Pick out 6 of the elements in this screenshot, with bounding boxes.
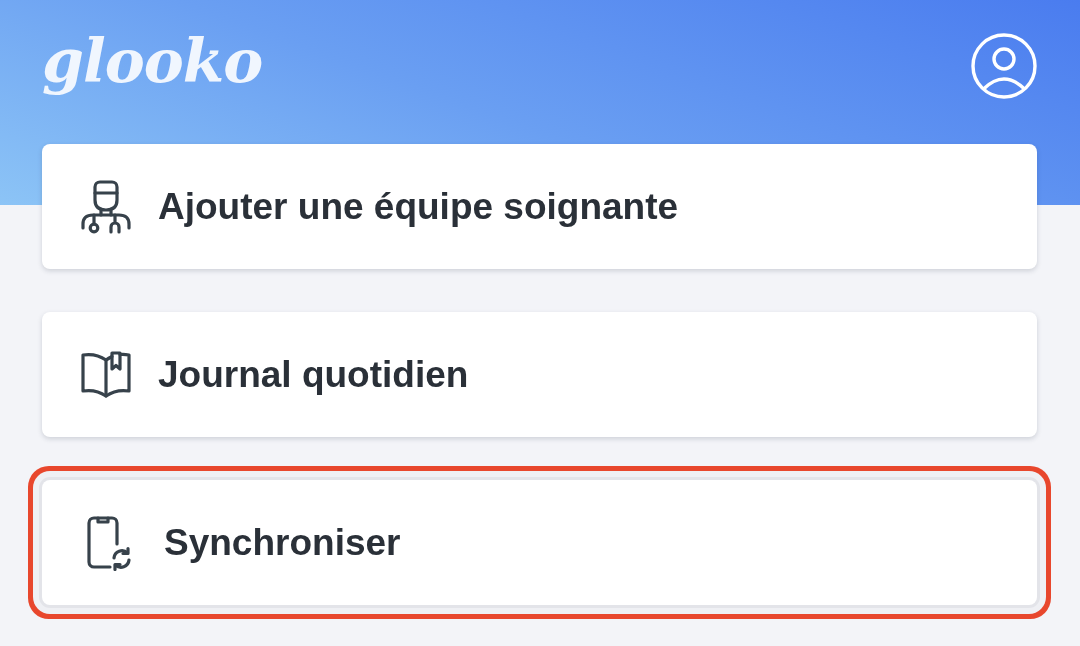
menu-item-button[interactable]: Ajouter une équipe soignante [42, 144, 1037, 269]
doctor-icon [80, 178, 132, 235]
profile-icon[interactable] [971, 33, 1037, 99]
book-icon [80, 348, 132, 401]
logo: glooko [42, 25, 263, 98]
menu-item-button[interactable]: Journal quotidien [42, 312, 1037, 437]
